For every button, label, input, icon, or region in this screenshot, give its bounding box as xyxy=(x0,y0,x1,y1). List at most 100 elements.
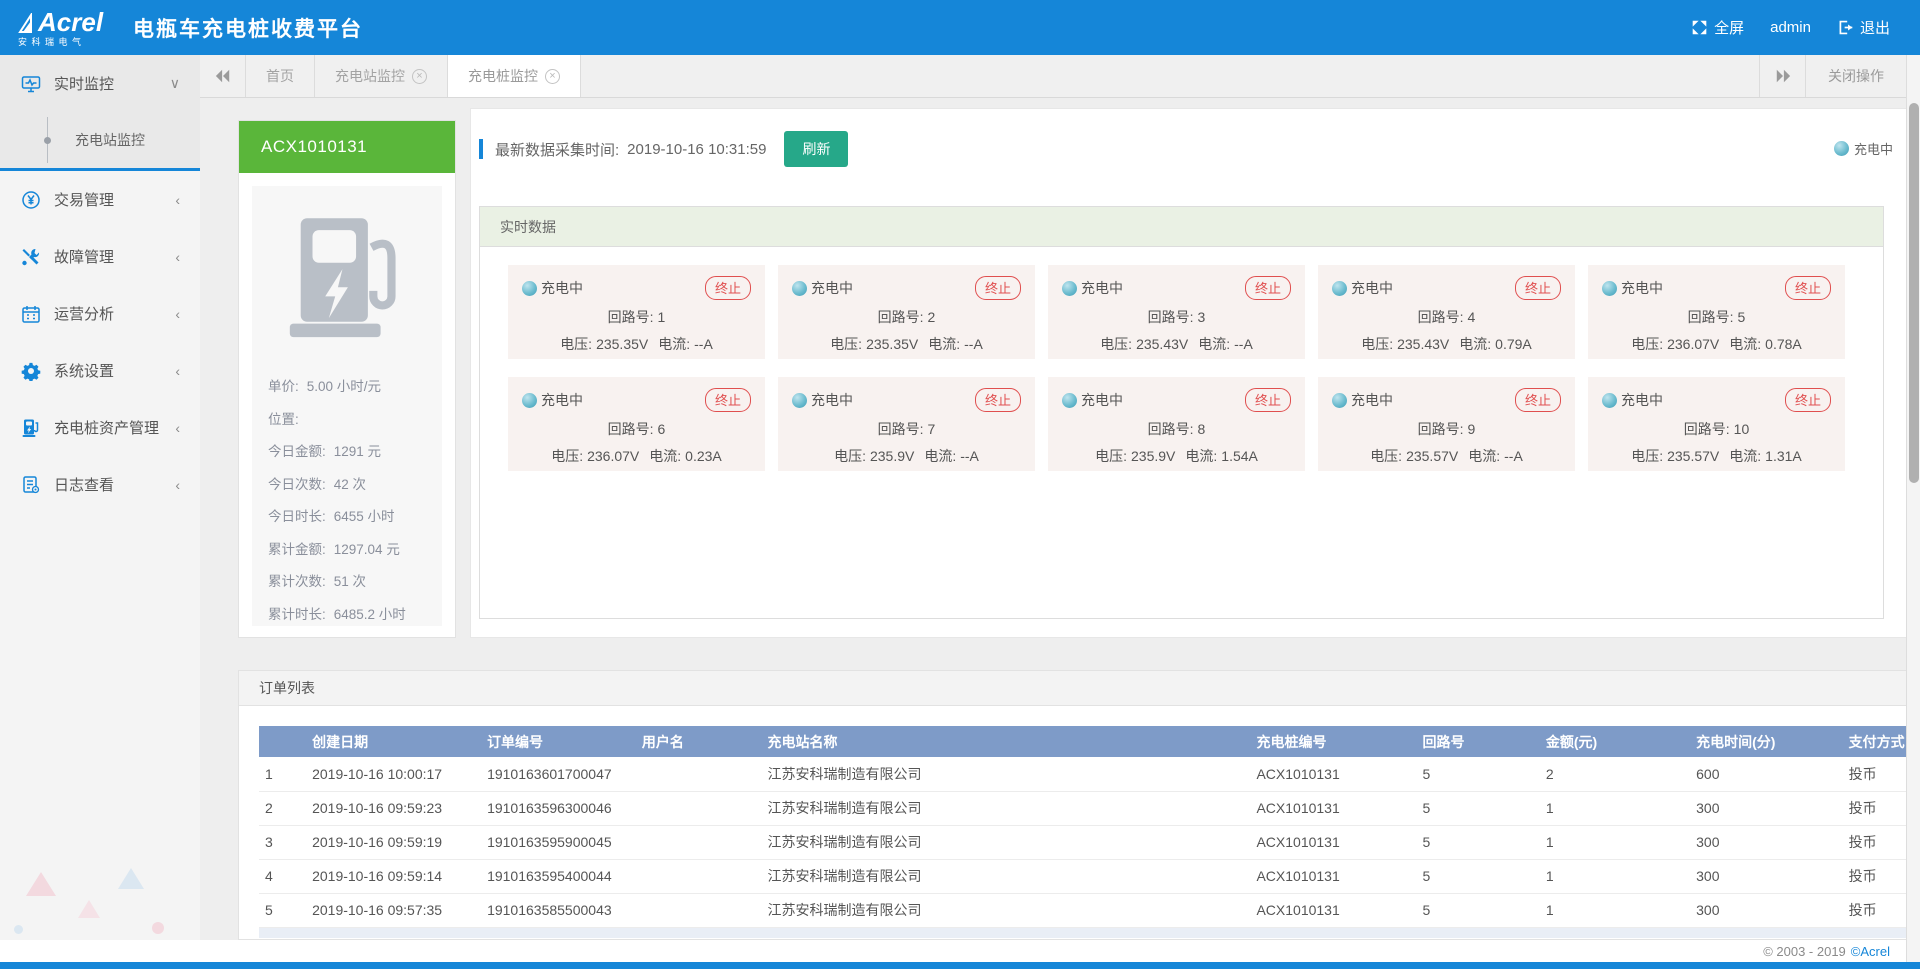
vertical-scrollbar[interactable] xyxy=(1906,55,1920,962)
table-row[interactable]: 42019-10-16 09:59:141910163595400044江苏安科… xyxy=(259,859,1906,893)
station-stats-panel: 单价:5.00 小时/元 位置: 今日金额:1291 元 今日次数:42 次 今… xyxy=(252,186,442,626)
sidebar-item-label: 运营分析 xyxy=(54,303,114,324)
charging-status-icon xyxy=(522,281,537,296)
terminate-button[interactable]: 终止 xyxy=(1785,388,1831,412)
sidebar: 实时监控 ∨ 充电站监控 交易管理 ‹ xyxy=(0,55,200,940)
tab-pile-monitor[interactable]: 充电桩监控 × xyxy=(448,55,581,97)
app-header: Acrel 安科瑞电气 电瓶车充电桩收费平台 全屏 admin xyxy=(0,0,1920,55)
chevron-left-icon: ‹ xyxy=(175,192,180,208)
close-operations-button[interactable]: 关闭操作 xyxy=(1805,55,1906,97)
channel-grid: 充电中终止 回路号:1 电压:235.35V电流:--A 充电中终止 回路号:2… xyxy=(480,247,1883,489)
table-row[interactable]: 22019-10-16 09:59:231910163596300046江苏安科… xyxy=(259,791,1906,825)
logout-button[interactable]: 退出 xyxy=(1829,17,1898,38)
stat-today-amount: 今日金额:1291 元 xyxy=(268,440,426,460)
monitor-icon xyxy=(20,74,42,94)
charging-status-icon xyxy=(1834,141,1849,156)
table-header-row: 创建日期 订单编号 用户名 充电站名称 充电桩编号 回路号 金额(元) 充电时间… xyxy=(259,726,1906,757)
footer: © 2003 - 2019 ©Acrel xyxy=(0,940,1920,962)
sidebar-item-faults[interactable]: 故障管理 ‹ xyxy=(0,228,200,285)
acrel-logo: Acrel 安科瑞电气 xyxy=(18,9,103,47)
stat-total-duration: 累计时长:6485.2 小时 xyxy=(268,603,426,623)
clipped-next-row xyxy=(259,928,1906,938)
tab-home[interactable]: 首页 xyxy=(246,55,315,97)
col-order-no: 订单编号 xyxy=(481,726,636,757)
tabs-scroll-right-button[interactable] xyxy=(1759,55,1805,97)
stat-today-count: 今日次数:42 次 xyxy=(268,473,426,493)
copyright-brand[interactable]: ©Acrel xyxy=(1851,944,1890,959)
submenu-dot xyxy=(44,137,51,144)
fullscreen-label: 全屏 xyxy=(1714,17,1744,38)
realtime-section-title: 实时数据 xyxy=(480,207,1883,247)
sidebar-item-realtime-monitor[interactable]: 实时监控 ∨ xyxy=(0,55,200,112)
sidebar-item-label: 日志查看 xyxy=(54,474,114,495)
app-window: Acrel 安科瑞电气 电瓶车充电桩收费平台 全屏 admin xyxy=(0,0,1920,969)
channel-card-8: 充电中终止 回路号:8 电压:235.9V电流:1.54A xyxy=(1048,377,1305,471)
tabs-scroll-left-button[interactable] xyxy=(200,55,246,97)
collect-time-label: 最新数据采集时间: xyxy=(495,139,619,160)
channel-card-6: 充电中终止 回路号:6 电压:236.07V电流:0.23A xyxy=(508,377,765,471)
col-username: 用户名 xyxy=(636,726,762,757)
sidebar-item-label: 系统设置 xyxy=(54,360,114,381)
tab-station-monitor[interactable]: 充电站监控 × xyxy=(315,55,448,97)
sidebar-item-label: 充电桩资产管理 xyxy=(54,417,159,438)
sidebar-subitem-station-monitor[interactable]: 充电站监控 xyxy=(0,112,200,168)
scrollbar-thumb[interactable] xyxy=(1909,103,1919,483)
channel-card-4: 充电中终止 回路号:4 电压:235.43V电流:0.79A xyxy=(1318,265,1575,359)
terminate-button[interactable]: 终止 xyxy=(705,276,751,300)
sidebar-item-label: 实时监控 xyxy=(54,73,114,94)
terminate-button[interactable]: 终止 xyxy=(975,276,1021,300)
charging-status-icon xyxy=(1332,281,1347,296)
logo-text: Acrel xyxy=(38,9,103,35)
table-row[interactable]: 52019-10-16 09:57:351910163585500043江苏安科… xyxy=(259,893,1906,927)
sidebar-item-analytics[interactable]: 运营分析 ‹ xyxy=(0,285,200,342)
channel-card-10: 充电中终止 回路号:10 电压:235.57V电流:1.31A xyxy=(1588,377,1845,471)
username[interactable]: admin xyxy=(1762,19,1819,36)
tab-bar: 首页 充电站监控 × 充电桩监控 × 关闭操作 xyxy=(200,55,1906,98)
copyright-years: © 2003 - 2019 xyxy=(1763,944,1846,959)
table-row[interactable]: 12019-10-16 10:00:171910163601700047江苏安科… xyxy=(259,757,1906,791)
decoration-dot xyxy=(152,922,164,934)
col-circuit-no: 回路号 xyxy=(1416,726,1539,757)
fullscreen-button[interactable]: 全屏 xyxy=(1683,17,1752,38)
stat-unit-price: 单价:5.00 小时/元 xyxy=(268,375,426,395)
terminate-button[interactable]: 终止 xyxy=(1515,388,1561,412)
sidebar-item-settings[interactable]: 系统设置 ‹ xyxy=(0,342,200,399)
terminate-button[interactable]: 终止 xyxy=(705,388,751,412)
main-content: ACX1010131 xyxy=(200,98,1906,940)
status-legend: 充电中 空闲 故障 离线 xyxy=(1834,139,1906,158)
fullscreen-icon xyxy=(1691,19,1708,36)
terminate-button[interactable]: 终止 xyxy=(1515,276,1561,300)
calendar-icon xyxy=(20,304,42,324)
col-create-date: 创建日期 xyxy=(306,726,481,757)
sidebar-group-realtime: 实时监控 ∨ 充电站监控 xyxy=(0,55,200,171)
legend-charging: 充电中 xyxy=(1834,139,1893,158)
orders-panel: 订单列表 创建日期 订单编号 用户名 充电站名称 xyxy=(238,670,1906,940)
log-document-icon xyxy=(20,475,42,495)
decoration-dot xyxy=(14,925,23,934)
col-charge-minutes: 充电时间(分) xyxy=(1690,726,1843,757)
channel-card-7: 充电中终止 回路号:7 电压:235.9V电流:--A xyxy=(778,377,1035,471)
sidebar-item-logs[interactable]: 日志查看 ‹ xyxy=(0,456,200,513)
decoration-triangle xyxy=(78,900,100,918)
channel-card-2: 充电中终止 回路号:2 电压:235.35V电流:--A xyxy=(778,265,1035,359)
chevron-left-icon: ‹ xyxy=(175,420,180,436)
terminate-button[interactable]: 终止 xyxy=(1245,388,1291,412)
decoration-triangle xyxy=(26,872,56,896)
sidebar-item-transactions[interactable]: 交易管理 ‹ xyxy=(0,171,200,228)
col-pile-no: 充电桩编号 xyxy=(1250,726,1416,757)
table-row[interactable]: 32019-10-16 09:59:191910163595900045江苏安科… xyxy=(259,825,1906,859)
col-station-name: 充电站名称 xyxy=(761,726,1250,757)
sidebar-item-pile-assets[interactable]: 充电桩资产管理 ‹ xyxy=(0,399,200,456)
logout-icon xyxy=(1837,19,1854,36)
terminate-button[interactable]: 终止 xyxy=(975,388,1021,412)
channel-card-3: 充电中终止 回路号:3 电压:235.43V电流:--A xyxy=(1048,265,1305,359)
terminate-button[interactable]: 终止 xyxy=(1245,276,1291,300)
tab-close-icon[interactable]: × xyxy=(412,69,427,84)
bottom-accent-strip xyxy=(0,962,1920,969)
tools-icon xyxy=(20,247,42,267)
channel-card-9: 充电中终止 回路号:9 电压:235.57V电流:--A xyxy=(1318,377,1575,471)
terminate-button[interactable]: 终止 xyxy=(1785,276,1831,300)
refresh-button[interactable]: 刷新 xyxy=(784,131,848,167)
tab-close-icon[interactable]: × xyxy=(545,69,560,84)
station-code: ACX1010131 xyxy=(239,121,455,173)
